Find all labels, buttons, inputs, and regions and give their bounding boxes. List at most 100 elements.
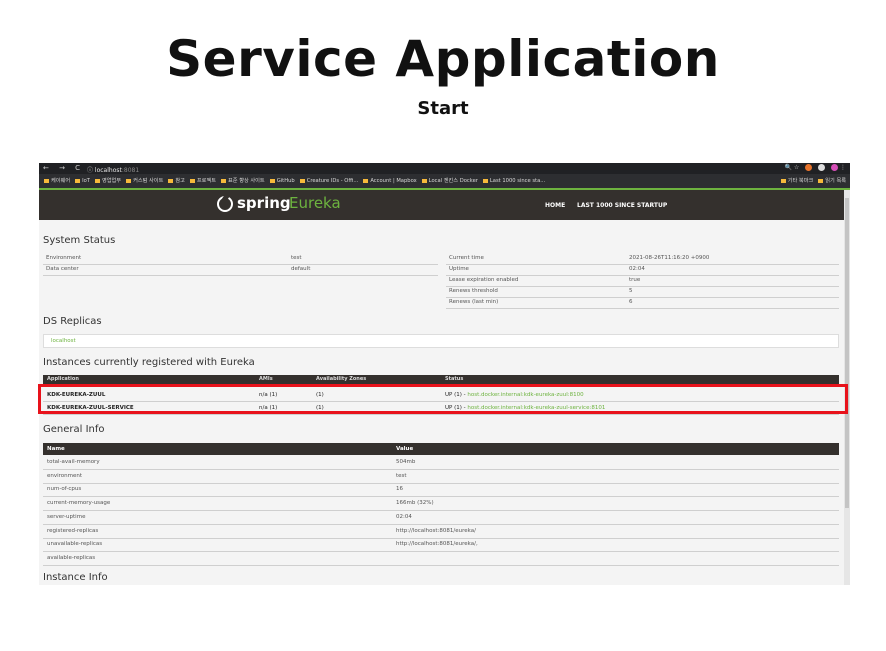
info-name: unavailable-replicas	[47, 541, 103, 548]
folder-icon	[818, 178, 824, 183]
status-key: Renews (last min)	[449, 299, 499, 305]
bookmark-item[interactable]: 케이웨어	[44, 174, 70, 188]
bookmark-item[interactable]: Account | Mapbox	[363, 174, 417, 188]
browser-screenshot: ← → C ⓘ localhost:8081 🔍 ☆ ⋮ 케이웨어 IoT 영업업무…	[39, 163, 850, 585]
status-value: 5	[629, 288, 633, 294]
system-status-heading: System Status	[43, 235, 116, 246]
general-info-table-header: Name Value	[43, 443, 839, 455]
general-info-row: current-memory-usage 166mb (32%)	[43, 497, 839, 512]
status-value: test	[291, 255, 302, 261]
bookmark-item[interactable]: 커스텀 사이트	[126, 174, 163, 188]
scrollbar-thumb[interactable]	[845, 198, 849, 508]
info-value: 166mb (32%)	[396, 500, 434, 507]
nav-home[interactable]: HOME	[545, 202, 565, 209]
general-info-row: available-replicas	[43, 552, 839, 566]
bookmark-item[interactable]: 읽기 목록	[818, 174, 846, 188]
status-key: Environment	[46, 255, 82, 261]
status-value: default	[291, 266, 311, 272]
menu-icon[interactable]: ⋮	[840, 164, 846, 171]
extension-icon[interactable]	[805, 164, 813, 171]
browser-actions[interactable]: 🔍 ☆ ⋮	[785, 164, 846, 171]
general-info-heading: General Info	[43, 424, 105, 435]
status-row: Renews (last min) 6	[446, 297, 839, 309]
bookmark-item[interactable]: 기타 북마크	[780, 174, 813, 188]
folder-icon	[269, 178, 275, 183]
info-name: current-memory-usage	[47, 500, 111, 507]
bookmark-label: 케이웨어	[51, 178, 71, 184]
info-name: server-uptime	[47, 513, 86, 520]
folder-icon	[363, 178, 369, 183]
spring-leaf-icon	[217, 196, 233, 212]
slide-title: Service Application	[166, 30, 720, 88]
general-info-row: server-uptime 02:04	[43, 511, 839, 525]
puzzle-icon[interactable]	[818, 164, 826, 171]
folder-icon	[94, 178, 100, 183]
info-value: http://localhost:8081/eureka/	[396, 527, 476, 534]
bookmark-label: Last 1000 since sta...	[489, 178, 546, 184]
status-value: 02:04	[629, 266, 645, 272]
bookmark-item[interactable]: 표준 향상 사이트	[221, 174, 265, 188]
bookmark-label: 읽기 목록	[825, 178, 846, 184]
folder-icon	[75, 178, 81, 183]
status-key: Lease expiration enabled	[449, 277, 519, 283]
status-key: Data center	[46, 266, 79, 272]
col-value: Value	[396, 446, 414, 452]
highlight-box	[38, 384, 848, 414]
instances-heading: Instances currently registered with Eure…	[43, 357, 255, 368]
info-icon[interactable]: ⓘ	[87, 167, 95, 174]
info-name: available-replicas	[47, 554, 96, 561]
browser-action-icons[interactable]: 🔍 ☆	[785, 164, 800, 171]
bookmark-label: 영업업무	[101, 178, 122, 184]
instances-table-header: Application AMIs Availability Zones Stat…	[43, 375, 839, 384]
general-info-row: registered-replicas http://localhost:8081…	[43, 525, 839, 539]
info-name: total-avail-memory	[47, 459, 100, 465]
folder-icon	[168, 178, 174, 183]
bookmark-item[interactable]: IoT	[75, 174, 90, 188]
bookmark-label: 커스텀 사이트	[133, 178, 164, 184]
bookmarks-right: 기타 북마크 읽기 목록	[776, 174, 846, 188]
bookmark-item[interactable]: Creature IDs - Offi...	[299, 174, 359, 188]
info-value: test	[396, 472, 407, 479]
folder-icon	[299, 178, 305, 183]
replica-link[interactable]: localhost	[43, 334, 839, 348]
bookmark-item[interactable]: Last 1000 since sta...	[482, 174, 546, 188]
browser-nav-buttons[interactable]: ← → C	[43, 164, 84, 172]
info-value: 02:04	[396, 513, 412, 520]
nav-last-1000[interactable]: LAST 1000 SINCE STARTUP	[577, 202, 667, 209]
status-key: Uptime	[449, 266, 469, 272]
info-value: http://localhost:8081/eureka/,	[396, 541, 478, 548]
general-info-row: num-of-cpus 16	[43, 483, 839, 498]
bookmark-item[interactable]: Local 젠킨스 Docker	[421, 174, 478, 188]
bookmark-label: 프로젝트	[196, 178, 216, 184]
eureka-navbar: spring Eureka HOME LAST 1000 SINCE START…	[39, 190, 844, 220]
info-name: environment	[47, 472, 83, 479]
bookmark-label: Creature IDs - Offi...	[306, 178, 359, 184]
profile-avatar[interactable]	[831, 164, 839, 171]
general-info-row: total-avail-memory 504mb	[43, 456, 839, 470]
info-name: num-of-cpus	[47, 486, 82, 493]
instance-info-heading: Instance Info	[43, 572, 108, 583]
general-info-row: environment test	[43, 470, 839, 484]
general-info-row: unavailable-replicas http://localhost:808…	[43, 538, 839, 553]
col-application: Application	[47, 376, 79, 382]
address-bar[interactable]: ⓘ localhost:8081	[87, 165, 139, 174]
info-value: 16	[396, 486, 403, 493]
col-amis: AMIs	[259, 376, 273, 382]
folder-icon	[126, 178, 132, 183]
bookmark-item[interactable]: GitHub	[269, 174, 295, 188]
status-row: Data center default	[43, 264, 438, 276]
bookmark-item[interactable]: 참고	[168, 174, 185, 188]
col-name: Name	[47, 446, 65, 452]
info-value: 504mb	[396, 459, 416, 465]
bookmark-item[interactable]: 영업업무	[94, 174, 122, 188]
bookmark-item[interactable]: 프로젝트	[189, 174, 216, 188]
bookmark-label: IoT	[82, 178, 90, 184]
bookmarks-bar: 케이웨어 IoT 영업업무 커스텀 사이트 참고 프로젝트 표준 향상 사이트 GitHub C…	[39, 174, 850, 188]
folder-icon	[44, 178, 49, 183]
col-zones: Availability Zones	[316, 376, 367, 382]
bookmark-label: Account | Mapbox	[370, 178, 417, 184]
status-value: true	[629, 277, 641, 283]
status-value: 6	[629, 299, 633, 305]
folder-icon	[189, 178, 195, 183]
info-name: registered-replicas	[47, 527, 99, 534]
